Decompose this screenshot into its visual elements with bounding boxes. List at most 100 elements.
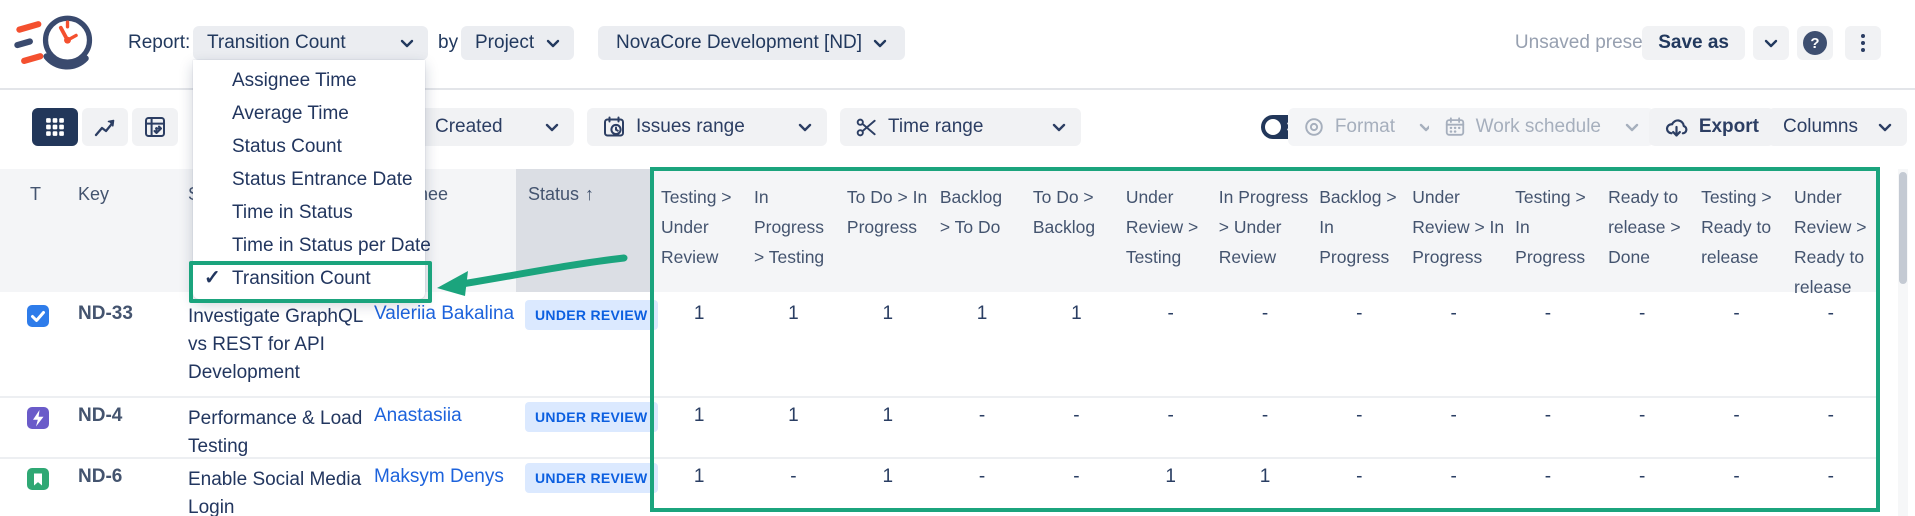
transition-column-header[interactable]: Under Review > Testing — [1117, 169, 1210, 302]
transition-value-cell: 1 — [841, 405, 935, 427]
menu-item-assignee-time[interactable]: Assignee Time — [193, 64, 425, 97]
kebab-menu-icon — [1861, 34, 1865, 38]
toggle-knob — [1265, 119, 1281, 135]
chevron-down-icon — [1878, 123, 1892, 132]
save-as-chevron-button[interactable] — [1753, 26, 1789, 60]
export-label: Export — [1699, 116, 1759, 138]
pivot-view-button[interactable] — [132, 108, 178, 146]
transition-value-cell: - — [1312, 405, 1406, 427]
menu-item-status-entrance-date[interactable]: Status Entrance Date — [193, 163, 425, 196]
format-dropdown[interactable]: Format — [1288, 108, 1448, 146]
issue-key-link[interactable]: ND-4 — [78, 405, 122, 427]
bolt-type-icon — [27, 407, 49, 429]
transition-value-cell: - — [1218, 405, 1312, 427]
menu-item-time-in-status[interactable]: Time in Status — [193, 196, 425, 229]
status-badge: UNDER REVIEW — [525, 300, 658, 330]
chart-view-button[interactable] — [82, 108, 128, 146]
transition-column-header[interactable]: In Progress > Testing — [745, 169, 838, 302]
column-header-status[interactable]: Status↑ — [528, 184, 594, 205]
app-root: Report: Transition Count by Project Nova… — [0, 0, 1915, 516]
transition-column-header[interactable]: To Do > Backlog — [1024, 169, 1117, 302]
menu-item-status-count[interactable]: Status Count — [193, 130, 425, 163]
chevron-down-icon — [545, 123, 559, 132]
transition-value-cell: - — [1689, 303, 1783, 325]
transition-column-header[interactable]: Testing > In Progress — [1506, 169, 1599, 302]
export-button[interactable]: Export — [1649, 108, 1774, 146]
group-by-dropdown[interactable]: Project — [461, 26, 574, 60]
chevron-down-icon — [1625, 123, 1639, 132]
status-badge: UNDER REVIEW — [525, 463, 658, 493]
assignee-link[interactable]: Valeriia Bakalina — [374, 303, 514, 325]
chevron-down-icon — [798, 123, 812, 132]
chevron-down-icon — [1764, 39, 1778, 48]
transition-value-cell: - — [1595, 405, 1689, 427]
menu-item-time-in-status-per-date[interactable]: Time in Status per Date — [193, 229, 425, 262]
work-schedule-dropdown[interactable]: Work schedule — [1429, 108, 1654, 146]
sort-field-dropdown[interactable]: Created — [420, 108, 574, 146]
sort-field-value: Created — [435, 116, 503, 138]
scrollbar-thumb[interactable] — [1899, 172, 1907, 284]
calendar-clock-icon — [602, 115, 626, 139]
transition-column-header[interactable]: Ready to release > Done — [1599, 169, 1692, 302]
columns-label: Columns — [1783, 116, 1858, 138]
issue-summary: Performance & Load Testing — [188, 405, 368, 461]
transition-column-header[interactable]: Under Review > In Progress — [1403, 169, 1506, 302]
menu-item-average-time[interactable]: Average Time — [193, 97, 425, 130]
transition-column-header[interactable]: To Do > In Progress — [838, 169, 931, 302]
pivot-view-icon — [143, 115, 167, 139]
menu-item-transition-count[interactable]: ✓ Transition Count — [193, 262, 425, 295]
transition-column-header[interactable]: Under Review > Ready to release — [1785, 169, 1878, 302]
report-type-menu: Assignee Time Average Time Status Count … — [193, 60, 425, 299]
transition-value-cell: - — [935, 466, 1029, 488]
more-options-button[interactable] — [1845, 26, 1881, 60]
transition-value-cell: - — [1501, 405, 1595, 427]
vertical-scrollbar[interactable] — [1898, 169, 1908, 516]
table-row[interactable]: ND-4 Performance & Load Testing Anastasi… — [0, 398, 1878, 459]
save-as-button[interactable]: Save as — [1642, 26, 1745, 60]
table-row[interactable]: ND-6 Enable Social Media Login Maksym De… — [0, 459, 1878, 516]
grid-view-icon — [45, 117, 65, 137]
transition-value-cell: - — [1784, 466, 1878, 488]
project-selector-dropdown[interactable]: NovaCore Development [ND] — [598, 26, 905, 60]
time-range-label: Time range — [888, 116, 983, 138]
transition-column-header[interactable]: Backlog > In Progress — [1310, 169, 1403, 302]
transition-value-cell: - — [1312, 303, 1406, 325]
chevron-down-icon — [873, 39, 887, 48]
transition-value-cell: - — [1595, 303, 1689, 325]
project-selector-value: NovaCore Development [ND] — [616, 32, 862, 54]
transition-value-cell: 1 — [1218, 466, 1312, 488]
transition-value-cell: - — [1029, 466, 1123, 488]
transition-value-cell: - — [1406, 405, 1500, 427]
report-type-dropdown[interactable]: Transition Count — [193, 26, 428, 60]
transition-value-cell: 1 — [746, 303, 840, 325]
table-view-button[interactable] — [32, 108, 78, 146]
columns-dropdown[interactable]: Columns — [1768, 108, 1907, 146]
transition-value-cell: 1 — [1124, 466, 1218, 488]
assignee-link[interactable]: Anastasiia — [374, 405, 462, 427]
issue-key-link[interactable]: ND-33 — [78, 303, 133, 325]
chart-view-icon — [93, 115, 117, 139]
issue-summary: Enable Social Media Login — [188, 466, 368, 516]
transition-column-header[interactable]: Testing > Under Review — [652, 169, 745, 302]
help-button[interactable]: ? — [1797, 26, 1833, 60]
work-schedule-label: Work schedule — [1476, 116, 1601, 138]
column-header-type[interactable]: T — [30, 184, 41, 205]
transition-column-header[interactable]: Backlog > To Do — [931, 169, 1024, 302]
row-divider — [0, 396, 1878, 398]
task-type-icon — [27, 305, 49, 327]
chevron-down-icon — [1052, 123, 1066, 132]
transition-value-cell: 1 — [1029, 303, 1123, 325]
transition-column-header[interactable]: Testing > Ready to release — [1692, 169, 1785, 302]
time-range-dropdown[interactable]: Time range — [840, 108, 1081, 146]
assignee-link[interactable]: Maksym Denys — [374, 466, 504, 488]
table-row[interactable]: ND-33 Investigate GraphQL vs REST for AP… — [0, 292, 1878, 398]
transition-values-row: 1 1 1 - - - - - - - - - - — [652, 405, 1878, 427]
scissors-icon — [855, 116, 878, 139]
transition-column-header[interactable]: In Progress > Under Review — [1210, 169, 1310, 302]
transition-values-row: 1 - 1 - - 1 1 - - - - - - — [652, 466, 1878, 488]
column-header-key[interactable]: Key — [78, 184, 109, 205]
issue-key-link[interactable]: ND-6 — [78, 466, 122, 488]
sort-ascending-icon: ↑ — [585, 184, 594, 204]
issues-range-dropdown[interactable]: Issues range — [587, 108, 827, 146]
transition-value-cell: 1 — [746, 405, 840, 427]
